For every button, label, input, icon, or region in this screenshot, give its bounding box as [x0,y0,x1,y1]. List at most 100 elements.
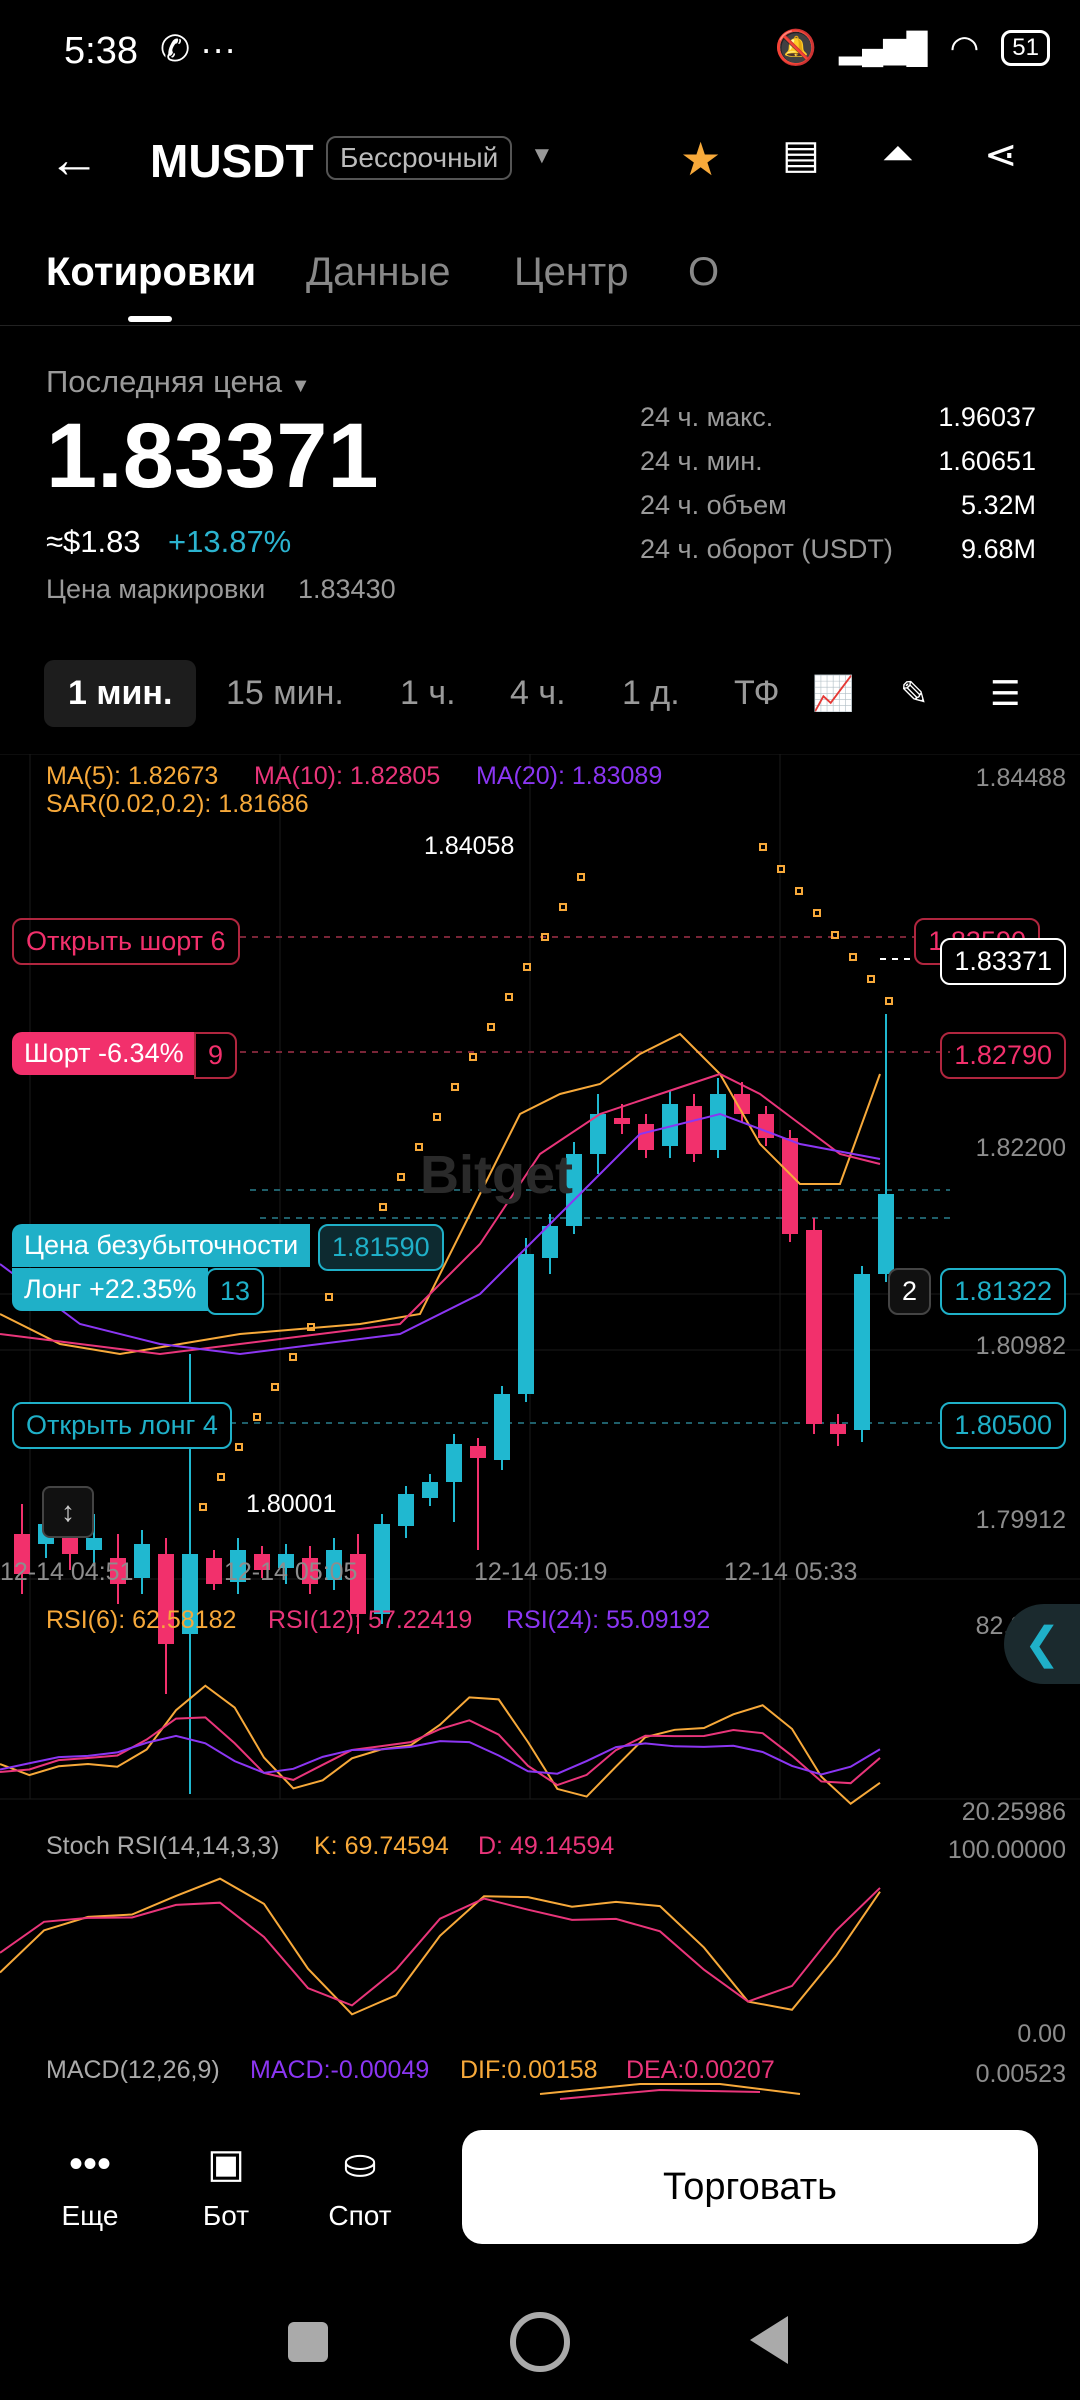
sar-dot [433,1113,441,1121]
sar-dot [885,997,893,1005]
candle-body [494,1394,510,1460]
ma20-legend: MA(20): 1.83089 [476,762,663,790]
macd-dif-legend: DIF:0.00158 [460,2056,598,2084]
favorite-star-icon[interactable]: ★ [680,132,721,186]
stoch-axis-top: 100.00000 [947,1836,1066,1864]
stat-value: 5.32M [960,490,1036,520]
tab-quotes[interactable]: Котировки [46,250,256,295]
spot-button[interactable]: ⛀ Спот [320,2144,400,2232]
indicator-settings-icon[interactable]: ☰ [990,674,1020,714]
breakeven-tag: Цена безубыточности [12,1224,311,1267]
notes-icon[interactable]: ▤ [782,132,820,178]
open-short-order-tag[interactable]: Открыть шорт 6 [12,918,240,965]
recents-icon[interactable] [288,2322,328,2362]
time-axis-label: 12-14 05:33 [724,1558,858,1586]
stoch-legend: Stoch RSI(14,14,3,3) [46,1832,280,1860]
mark-price-value: 1.83430 [298,574,396,604]
candle-body [782,1138,798,1234]
bot-label: Бот [202,2200,250,2231]
more-button[interactable]: ••• Еще [50,2144,130,2232]
sar-dot [559,903,567,911]
long-count-tag: 2 [888,1268,932,1315]
high-price-label: 1.84058 [424,832,515,860]
indicator-line [0,1684,881,1805]
tab-about[interactable]: О [688,250,719,295]
sar-dot [307,1323,315,1331]
sar-dot [271,1383,279,1391]
home-icon[interactable] [510,2312,570,2372]
open-long-order-tag[interactable]: Открыть лонг 4 [12,1402,232,1449]
macd-dif-line [539,2083,801,2095]
sar-dot [577,873,585,881]
main-tabs: Котировки Данные Центр О [0,240,1080,326]
long-qty-tag: 13 [206,1268,265,1315]
usd-equivalent: ≈$1.83 [46,524,141,559]
macd-lines [539,2083,801,2100]
interval-1h[interactable]: 1 ч. [400,674,456,713]
status-time: 5:38 [64,30,138,72]
candle-body [806,1230,822,1424]
watermark: Bitget [420,1145,573,1205]
bot-button[interactable]: ▣ Бот [186,2144,266,2232]
sar-dot [777,865,785,873]
sar-dot [505,993,513,1001]
candle-body [86,1538,102,1550]
spot-coins-icon: ⛀ [343,2142,377,2186]
interval-15m[interactable]: 15 мин. [226,674,344,713]
stoch-k-legend: K: 69.74594 [314,1832,449,1860]
long-position-tag[interactable]: Лонг +22.35% [12,1268,209,1311]
macd-dea-legend: DEA:0.00207 [626,2056,775,2084]
low-price-label: 1.80001 [246,1490,337,1518]
breakeven-price-tag: 1.81590 [318,1224,444,1271]
stat-label: 24 ч. объем [640,490,787,520]
open-long-price-tag: 1.80500 [940,1402,1066,1449]
candle-body [134,1544,150,1578]
indicator-line [0,1887,881,2007]
candle-body [614,1118,630,1124]
chevron-down-icon[interactable]: ▼ [530,142,554,170]
sar-dot [523,963,531,971]
tab-data[interactable]: Данные [306,250,451,295]
symbol-title[interactable]: MUSDT [150,134,314,188]
scale-toggle-icon[interactable]: ↕ [42,1486,94,1538]
status-icons-right: 🔕 ▂▄▆█ ◠ 51 [775,28,1050,68]
time-axis-label: 12-14 05:19 [474,1558,608,1586]
last-price-label[interactable]: Последняя цена ▼ [46,364,311,400]
rsi12-legend: RSI(12): 57.22419 [268,1606,473,1634]
short-position-tag[interactable]: Шорт -6.34% [12,1032,196,1075]
stat-label: 24 ч. оборот (USDT) [640,534,893,564]
rsi-axis-bottom: 20.25986 [961,1798,1066,1826]
candle-body [206,1558,222,1584]
interval-1m[interactable]: 1 мин. [44,660,197,727]
draw-pen-icon[interactable]: ✎ [900,674,929,714]
status-bar: 5:38 ✆ ··· 🔕 ▂▄▆█ ◠ 51 [0,0,1080,100]
candle-body [686,1106,702,1154]
candle-body [422,1482,438,1498]
interval-4h[interactable]: 4 ч. [510,674,566,713]
price-axis-label: 1.82200 [975,1134,1066,1162]
indicator-line [0,1716,881,1787]
stoch-d-legend: D: 49.14594 [478,1832,615,1860]
tab-center[interactable]: Центр [514,250,629,295]
wifi-icon: ◠ [949,29,980,67]
last-price: 1.83371 [46,405,379,507]
interval-tf[interactable]: ТФ [734,674,780,713]
interval-1d[interactable]: 1 д. [622,674,680,713]
price-axis-label: 1.79912 [975,1506,1066,1534]
indicator-line [0,1734,881,1776]
collapse-panel-icon[interactable]: ❮ [1004,1604,1080,1684]
mark-price-label: Цена маркировки [46,574,266,604]
stat-value: 1.60651 [938,446,1036,476]
active-tab-indicator [128,316,172,322]
alert-bell-icon[interactable]: ⏶ [882,132,914,177]
contract-type-badge: Бессрочный [326,136,513,180]
back-nav-icon[interactable] [750,2316,788,2364]
time-axis-label: 12-14 04:51 [0,1558,134,1586]
candle-body [878,1194,894,1274]
kline-chart[interactable]: MA(5): 1.82673 MA(10): 1.82805 MA(20): 1… [0,753,1080,2104]
chart-type-icon[interactable]: 📈 [812,674,854,714]
sar-dot [397,1173,405,1181]
share-icon[interactable]: ⋖ [984,132,1018,178]
trade-button[interactable]: Торговать [462,2130,1038,2244]
back-arrow-icon[interactable]: ← [48,130,100,190]
